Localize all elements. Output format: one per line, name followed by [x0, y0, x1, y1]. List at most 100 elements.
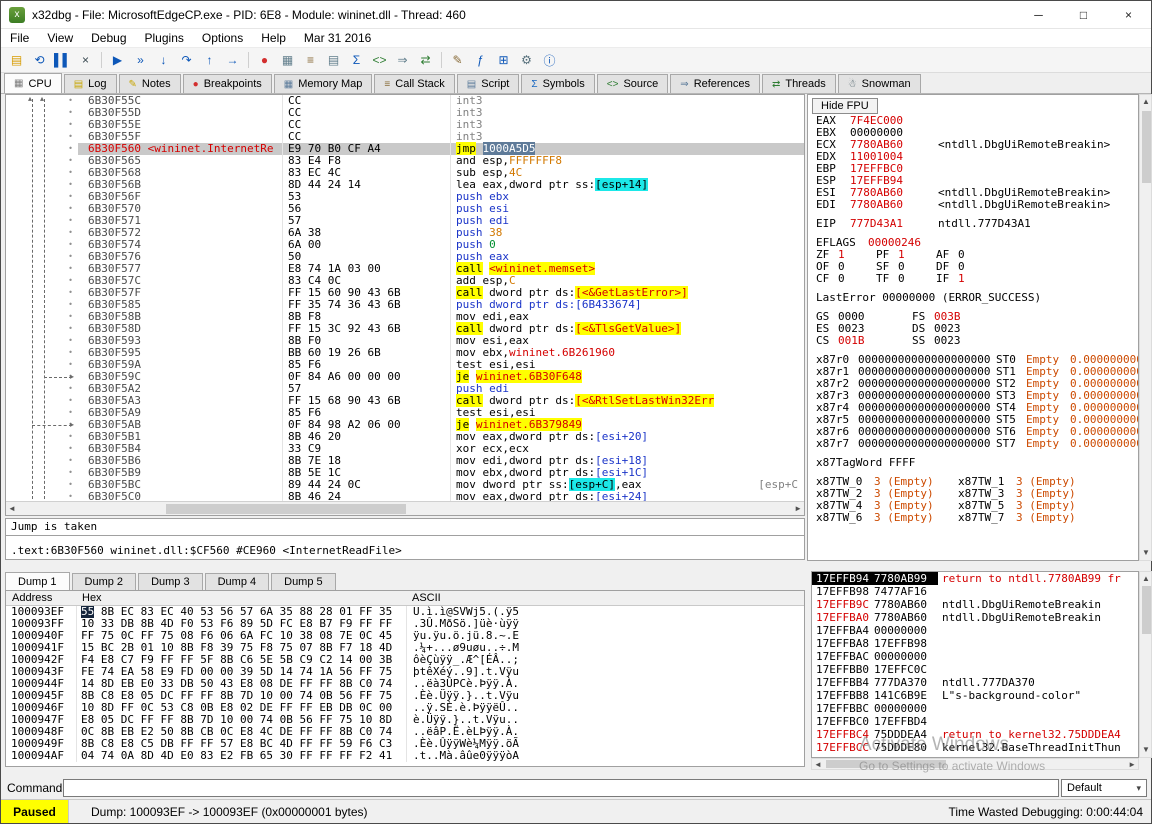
open-file-icon[interactable]: ▤: [6, 50, 27, 70]
breakpoint-dot[interactable]: •: [6, 479, 78, 491]
menu-debug[interactable]: Debug: [82, 30, 135, 46]
maximize-button[interactable]: □: [1061, 1, 1106, 29]
segment-row[interactable]: ES0023DS0023: [816, 323, 1138, 335]
hide-fpu-button[interactable]: Hide FPU: [812, 98, 878, 114]
breakpoint-dot[interactable]: •: [6, 287, 78, 299]
breakpoint-dot[interactable]: •: [6, 443, 78, 455]
x87-register-row[interactable]: x87r700000000000000000000ST7Empty0.00000…: [816, 438, 1138, 450]
tab-source[interactable]: <>Source: [597, 74, 669, 93]
breakpoint-dot[interactable]: •: [6, 251, 78, 263]
x87-register-row[interactable]: x87r600000000000000000000ST6Empty0.00000…: [816, 426, 1138, 438]
command-mode-dropdown[interactable]: Default ▾: [1061, 779, 1147, 797]
breakpoint-dot[interactable]: •: [6, 119, 78, 131]
tab-dump-4[interactable]: Dump 4: [205, 573, 270, 590]
scroll-down-icon[interactable]: ▼: [1142, 744, 1150, 756]
registers-vscrollbar[interactable]: ▲ ▼: [1139, 94, 1152, 561]
register-row[interactable]: ESP17EFFB94: [816, 175, 1138, 187]
tab-memory-map[interactable]: ▦Memory Map: [274, 74, 373, 93]
step-out-icon[interactable]: ↑: [199, 50, 220, 70]
breakpoint-dot[interactable]: •: [6, 467, 78, 479]
menu-view[interactable]: View: [38, 30, 82, 46]
x87tw-row[interactable]: x87TW_23 (Empty)x87TW_33 (Empty): [816, 488, 1138, 500]
stack-row[interactable]: 17EFFBA817EFFB98: [812, 637, 1138, 650]
stack-row[interactable]: 17EFFBA400000000: [812, 624, 1138, 637]
disasm-row[interactable]: •6B30F5C08B 46 24mov eax,dword ptr ds:[e…: [6, 491, 804, 501]
script-icon[interactable]: ▤: [323, 50, 344, 70]
breakpoint-dot[interactable]: •: [6, 263, 78, 275]
menu-mar-31-2016[interactable]: Mar 31 2016: [295, 30, 380, 46]
breakpoint-dot[interactable]: •: [6, 191, 78, 203]
segment-row[interactable]: GS0000FS003B: [816, 311, 1138, 323]
stack-row[interactable]: 17EFFBB4777DA370ntdll.777DA370: [812, 676, 1138, 689]
x87-register-row[interactable]: x87r200000000000000000000ST2Empty0.00000…: [816, 378, 1138, 390]
vscroll-thumb[interactable]: [1142, 111, 1151, 183]
tab-breakpoints[interactable]: ●Breakpoints: [183, 74, 272, 93]
tab-notes[interactable]: ✎Notes: [119, 74, 181, 93]
breakpoint-dot[interactable]: •: [6, 323, 78, 335]
breakpoint-dot[interactable]: •: [6, 359, 78, 371]
patch-ic[interactable]: ✎: [447, 50, 468, 70]
register-row[interactable]: EIP777D43A1ntdll.777D43A1: [816, 218, 1138, 230]
about-icon[interactable]: ⓘ: [539, 50, 560, 70]
stack-row[interactable]: 17EFFBB017EFFC0C: [812, 663, 1138, 676]
tab-log[interactable]: ▤Log: [64, 74, 117, 93]
breakpoint-dot[interactable]: •: [6, 131, 78, 143]
breakpoint-dot[interactable]: •: [6, 275, 78, 287]
step-into-icon[interactable]: ↓: [153, 50, 174, 70]
stack-vscrollbar[interactable]: ▲ ▼: [1139, 571, 1152, 758]
memory-map-icon[interactable]: ▦: [277, 50, 298, 70]
breakpoint-dot[interactable]: •: [6, 179, 78, 191]
x87-tagword-row[interactable]: x87TagWord FFFF: [816, 457, 1138, 469]
stack-row[interactable]: 17EFFBA07780AB60ntdll.DbgUiRemoteBreakin: [812, 611, 1138, 624]
breakpoint-dot[interactable]: •: [6, 431, 78, 443]
tab-dump-2[interactable]: Dump 2: [72, 573, 137, 590]
tab-cpu[interactable]: ▦CPU: [4, 73, 62, 93]
close-debuggee-icon[interactable]: ×: [75, 50, 96, 70]
stack-row[interactable]: 17EFFBC475DDDEA4return to kernel32.75DDD…: [812, 728, 1138, 741]
register-row[interactable]: ECX7780AB60<ntdll.DbgUiRemoteBreakin>: [816, 139, 1138, 151]
tab-dump-3[interactable]: Dump 3: [138, 573, 203, 590]
breakpoint-dot[interactable]: •: [6, 155, 78, 167]
stack-row[interactable]: 17EFFB987477AF16: [812, 585, 1138, 598]
menu-plugins[interactable]: Plugins: [136, 30, 193, 46]
hscroll-thumb[interactable]: [826, 760, 946, 768]
register-row[interactable]: EBX00000000: [816, 127, 1138, 139]
stack-row[interactable]: 17EFFB947780AB99return to ntdll.7780AB99…: [812, 572, 1138, 585]
hscroll-thumb[interactable]: [166, 504, 406, 514]
pause-icon[interactable]: ▌▌: [52, 50, 73, 70]
breakpoint-dot[interactable]: •: [6, 383, 78, 395]
x87-register-row[interactable]: x87r500000000000000000000ST5Empty0.00000…: [816, 414, 1138, 426]
stack-row[interactable]: 17EFFBB8141C6B9EL"s-background-color": [812, 689, 1138, 702]
breakpoint-dot[interactable]: •: [6, 455, 78, 467]
register-row[interactable]: ESI7780AB60<ntdll.DbgUiRemoteBreakin>: [816, 187, 1138, 199]
stack-row[interactable]: 17EFFBBC00000000: [812, 702, 1138, 715]
tab-call-stack[interactable]: ≡Call Stack: [374, 74, 454, 93]
x87-register-row[interactable]: x87r100000000000000000000ST1Empty0.00000…: [816, 366, 1138, 378]
x87-register-row[interactable]: x87r000000000000000000000ST0Empty0.00000…: [816, 354, 1138, 366]
stack-row[interactable]: 17EFFB9C7780AB60ntdll.DbgUiRemoteBreakin: [812, 598, 1138, 611]
scroll-left-icon[interactable]: ◄: [8, 503, 16, 515]
threads-icon[interactable]: ⇄: [415, 50, 436, 70]
register-row[interactable]: EDI7780AB60<ntdll.DbgUiRemoteBreakin>: [816, 199, 1138, 211]
restart-icon[interactable]: ⟲: [29, 50, 50, 70]
breakpoint-dot[interactable]: •: [6, 203, 78, 215]
breakpoint-dot[interactable]: •: [6, 95, 78, 107]
breakpoint-dot[interactable]: •: [6, 335, 78, 347]
breakpoint-dot[interactable]: •: [6, 419, 78, 431]
tab-symbols[interactable]: ΣSymbols: [521, 74, 594, 93]
breakpoint-dot[interactable]: •: [6, 143, 78, 155]
x87tw-row[interactable]: x87TW_03 (Empty)x87TW_13 (Empty): [816, 476, 1138, 488]
segment-row[interactable]: CS001BSS0023: [816, 335, 1138, 347]
dump-row[interactable]: 100094AF04 74 0A 8D 4D E0 83 E2 FB 65 30…: [6, 750, 804, 762]
scroll-left-icon[interactable]: ◄: [814, 759, 822, 771]
scroll-right-icon[interactable]: ►: [1128, 759, 1136, 771]
symbols-icon[interactable]: Σ: [346, 50, 367, 70]
x87tw-row[interactable]: x87TW_43 (Empty)x87TW_53 (Empty): [816, 500, 1138, 512]
flags-row[interactable]: CF0TF0IF1: [816, 273, 1138, 285]
source-icon[interactable]: <>: [369, 50, 390, 70]
scroll-right-icon[interactable]: ►: [794, 503, 802, 515]
scroll-up-icon[interactable]: ▲: [1142, 96, 1150, 108]
tab-script[interactable]: ▤Script: [457, 74, 520, 93]
breakpoints-icon[interactable]: ●: [254, 50, 275, 70]
breakpoint-dot[interactable]: •: [6, 491, 78, 501]
